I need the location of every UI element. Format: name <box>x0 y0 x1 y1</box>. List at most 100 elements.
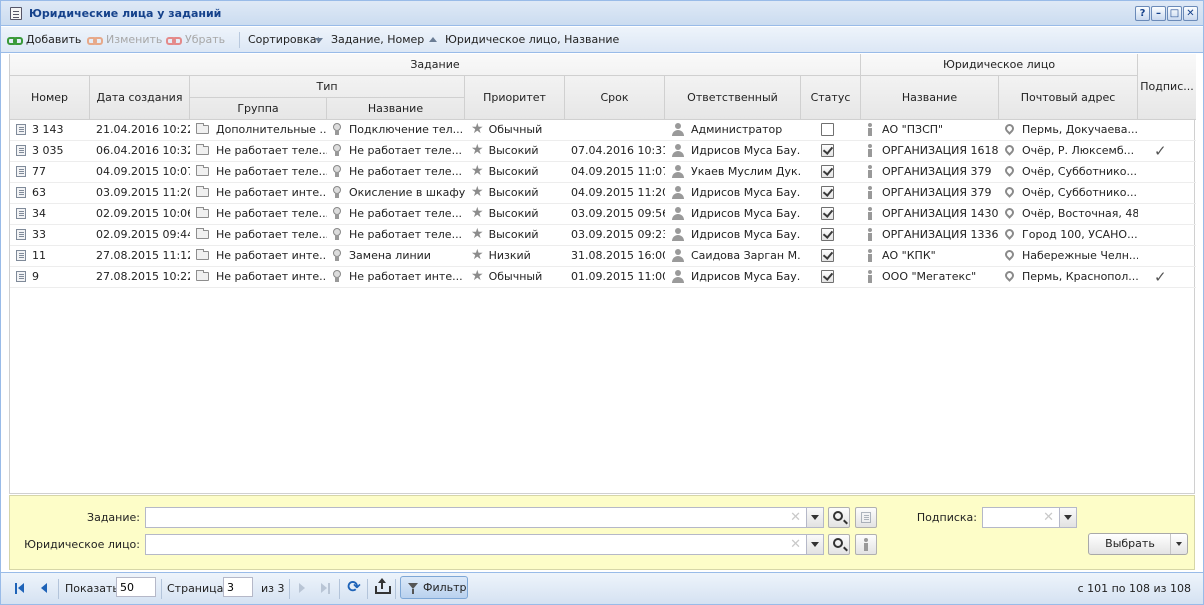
pager-separator <box>58 579 59 599</box>
user-icon <box>671 143 685 157</box>
cell-text: АО "КПК" <box>882 249 936 262</box>
header-group-legal: Юридическое лицо <box>861 54 1138 76</box>
chevron-down-icon[interactable] <box>1059 508 1076 527</box>
cell-text: Не работает теле... <box>349 165 463 178</box>
help-button[interactable]: ? <box>1135 6 1150 21</box>
location-pin-icon <box>1003 164 1016 177</box>
legal-search-button[interactable] <box>828 534 850 555</box>
minimize-button[interactable]: – <box>1151 6 1166 21</box>
cell-text: Не работает теле... <box>349 228 463 241</box>
header-legal-name[interactable]: Название <box>861 76 999 120</box>
status-checkbox[interactable] <box>821 186 834 199</box>
header-responsible[interactable]: Ответственный <box>665 76 801 120</box>
cell-number: 77 <box>10 162 90 182</box>
task-combo[interactable]: ✕ <box>145 507 824 528</box>
remove-button[interactable]: Убрать <box>166 33 225 48</box>
sort-task-number[interactable]: Задание, Номер <box>311 33 424 48</box>
next-page-icon[interactable] <box>299 583 305 593</box>
filter-toggle-button[interactable]: Фильтр <box>400 576 468 599</box>
document-icon <box>16 228 26 240</box>
cell-text: Саидова Зарган М... <box>691 249 801 262</box>
status-checkbox[interactable] <box>821 123 834 136</box>
last-page-icon[interactable] <box>321 583 331 594</box>
header-number[interactable]: Номер <box>10 76 90 120</box>
header-deadline[interactable]: Срок <box>565 76 665 120</box>
person-icon <box>867 248 873 262</box>
edit-button[interactable]: Изменить <box>87 33 162 48</box>
header-type-group[interactable]: Группа <box>190 98 327 120</box>
header-priority[interactable]: Приоритет <box>465 76 565 120</box>
table-row[interactable]: 77 04.09.2015 10:07 Не работает теле... Не … <box>10 162 1196 183</box>
document-icon <box>16 165 26 177</box>
cell-created: 06.04.2016 10:32 <box>90 141 190 161</box>
header-postal[interactable]: Почтовый адрес <box>999 76 1138 120</box>
cell-postal: Пермь, Краснопол... <box>999 267 1138 287</box>
cell-text: Идрисов Муса Бау... <box>691 144 801 157</box>
cell-number: 9 <box>10 267 90 287</box>
legal-open-button[interactable] <box>855 534 877 555</box>
clear-icon[interactable]: ✕ <box>790 537 801 552</box>
table-row[interactable]: 11 27.08.2015 11:12 Не работает инте... Зам… <box>10 246 1196 267</box>
chevron-down-icon[interactable] <box>806 508 823 527</box>
status-checkbox[interactable] <box>821 270 834 283</box>
subscription-combo[interactable]: ✕ <box>982 507 1077 528</box>
cell-legal-name: АО "ПЗСП" <box>861 120 999 140</box>
add-button[interactable]: Добавить <box>7 33 81 48</box>
star-icon: ★ <box>471 142 484 158</box>
status-checkbox[interactable] <box>821 165 834 178</box>
cell-type-name: Не работает теле... <box>327 225 465 245</box>
status-checkbox[interactable] <box>821 207 834 220</box>
subscription-label: Подписка: <box>916 511 977 524</box>
header-created[interactable]: Дата создания <box>90 76 190 120</box>
table-row[interactable]: 63 03.09.2015 11:20 Не работает инте... Оки… <box>10 183 1196 204</box>
page-size-input[interactable] <box>116 577 156 597</box>
cell-text: 9 <box>32 270 39 283</box>
star-icon: ★ <box>471 268 484 284</box>
clear-icon[interactable]: ✕ <box>790 510 801 525</box>
clear-icon[interactable]: ✕ <box>1043 510 1054 525</box>
page-input[interactable] <box>223 577 253 597</box>
cell-text: 27.08.2015 11:12 <box>96 249 190 262</box>
link-icon <box>7 35 23 45</box>
table-row[interactable]: 33 02.09.2015 09:44 Не работает теле... Не … <box>10 225 1196 246</box>
table-row[interactable]: 3 143 21.04.2016 10:22 Дополнительные ... П… <box>10 120 1196 141</box>
task-open-button[interactable] <box>855 507 877 528</box>
cell-text: Не работает инте... <box>349 270 463 283</box>
header-subscription[interactable]: Подпис... <box>1138 54 1196 120</box>
status-checkbox[interactable] <box>821 144 834 157</box>
cell-legal-name: АО "КПК" <box>861 246 999 266</box>
window: Юридические лица у заданий ? – □ ✕ Добав… <box>0 0 1204 605</box>
maximize-button[interactable]: □ <box>1167 6 1182 21</box>
task-search-button[interactable] <box>828 507 850 528</box>
status-checkbox[interactable] <box>821 228 834 241</box>
cell-responsible: Администратор <box>665 120 801 140</box>
document-icon <box>16 144 26 156</box>
cell-created: 21.04.2016 10:22 <box>90 120 190 140</box>
badge-icon <box>333 143 341 156</box>
status-checkbox[interactable] <box>821 249 834 262</box>
header-group-task: Задание <box>10 54 861 76</box>
cell-number: 3 035 <box>10 141 90 161</box>
select-button[interactable]: Выбрать <box>1088 533 1188 555</box>
header-status[interactable]: Статус <box>801 76 861 120</box>
close-button[interactable]: ✕ <box>1183 6 1198 21</box>
cell-text: Обычный <box>488 270 543 283</box>
export-icon[interactable] <box>375 580 391 594</box>
chevron-down-icon[interactable] <box>1170 534 1187 554</box>
cell-responsible: Идрисов Муса Бау... <box>665 225 801 245</box>
cell-type-name: Не работает теле... <box>327 162 465 182</box>
table-row[interactable]: 9 27.08.2015 10:22 Не работает инте... Не р… <box>10 267 1196 288</box>
header-type-name[interactable]: Название <box>327 98 465 120</box>
sort-legal-name[interactable]: Юридическое лицо, Название <box>425 33 619 48</box>
prev-page-icon[interactable] <box>41 583 47 593</box>
table-row[interactable]: 3 035 06.04.2016 10:32 Не работает теле...… <box>10 141 1196 162</box>
cell-text: Обычный <box>488 123 543 136</box>
person-icon <box>867 143 873 157</box>
table-row[interactable]: 34 02.09.2015 10:06 Не работает теле... Не … <box>10 204 1196 225</box>
cell-priority: ★ Высокий <box>465 141 565 161</box>
first-page-icon[interactable] <box>15 583 25 594</box>
chevron-down-icon[interactable] <box>806 535 823 554</box>
cell-created: 02.09.2015 10:06 <box>90 204 190 224</box>
refresh-icon[interactable]: ⟳ <box>346 579 362 595</box>
legal-combo[interactable]: ✕ <box>145 534 824 555</box>
